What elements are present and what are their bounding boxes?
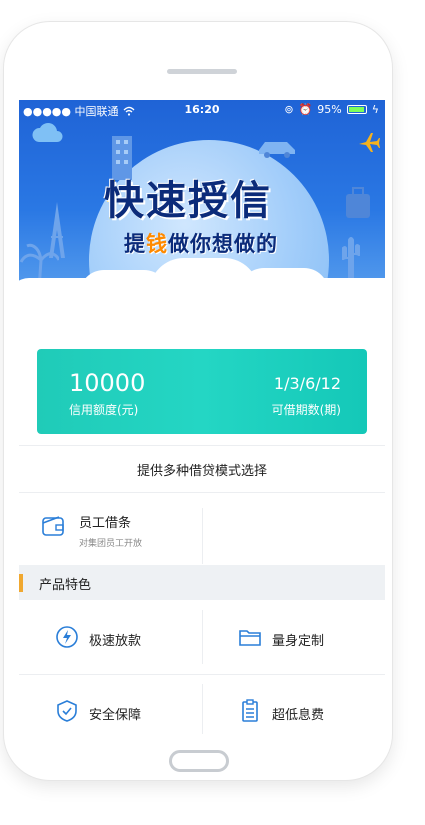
divider — [19, 674, 385, 675]
cloud-icon — [32, 123, 63, 142]
status-right: ⊚ ⏰ 95% ϟ — [284, 103, 379, 116]
charging-icon: ϟ — [371, 103, 379, 116]
divider — [202, 508, 203, 564]
credit-amount: 10000 — [69, 369, 146, 397]
credit-card[interactable]: 10000 信用额度(元) 1/3/6/12 可借期数(期) — [37, 349, 367, 434]
feature-label: 超低息费 — [272, 708, 325, 723]
cactus-icon — [342, 237, 360, 278]
cloud-shape — [299, 278, 385, 300]
promo-banner[interactable]: 快速授信 提钱做你想做的 — [19, 100, 385, 300]
lock-rotation-icon: ⊚ — [284, 103, 294, 116]
document-icon — [242, 699, 258, 722]
suitcase-icon — [346, 187, 370, 218]
feature-customized[interactable]: 量身定制 — [202, 602, 385, 672]
alarm-icon: ⏰ — [298, 103, 313, 116]
loan-modes-caption: 提供多种借贷模式选择 — [136, 464, 267, 479]
banner-subtitle: 提钱做你想做的 — [124, 232, 278, 256]
feature-label: 极速放款 — [89, 634, 142, 649]
feature-label: 量身定制 — [272, 634, 325, 649]
features-header: 产品特色 — [19, 565, 385, 600]
loan-periods: 1/3/6/12 — [273, 374, 341, 393]
app-screen: 快速授信 提钱做你想做的 ●●●●● 中国联通 16:20 ⊚ ⏰ 95% ϟ — [19, 100, 385, 734]
lightning-icon — [56, 626, 78, 648]
credit-amount-label: 信用额度(元) — [69, 403, 139, 417]
divider — [19, 445, 385, 446]
feature-security[interactable]: 安全保障 — [19, 676, 202, 734]
shield-icon — [57, 700, 77, 722]
status-bar: ●●●●● 中国联通 16:20 ⊚ ⏰ 95% ϟ — [19, 100, 385, 120]
employee-loan-title: 员工借条 — [79, 516, 132, 531]
banner-title: 快速授信 — [104, 178, 272, 224]
wallet-icon — [42, 516, 64, 536]
battery-icon — [346, 105, 367, 114]
folder-icon — [239, 630, 261, 646]
phone-frame: 快速授信 提钱做你想做的 ●●●●● 中国联通 16:20 ⊚ ⏰ 95% ϟ — [4, 22, 392, 780]
divider — [19, 492, 385, 493]
plane-icon — [359, 133, 380, 152]
accent-bar — [19, 574, 23, 592]
loan-periods-label: 可借期数(期) — [271, 403, 341, 417]
divider — [202, 610, 203, 664]
home-button[interactable] — [169, 750, 229, 772]
car-icon — [259, 142, 295, 158]
feature-label: 安全保障 — [89, 708, 142, 723]
speaker-grille — [167, 69, 237, 74]
feature-low-interest[interactable]: 超低息费 — [202, 676, 385, 734]
feature-fast-loan[interactable]: 极速放款 — [19, 602, 202, 672]
features-title: 产品特色 — [39, 578, 92, 593]
battery-percent: 95% — [317, 103, 342, 116]
employee-loan-subtitle: 对集团员工开放 — [79, 539, 143, 549]
divider — [202, 684, 203, 734]
